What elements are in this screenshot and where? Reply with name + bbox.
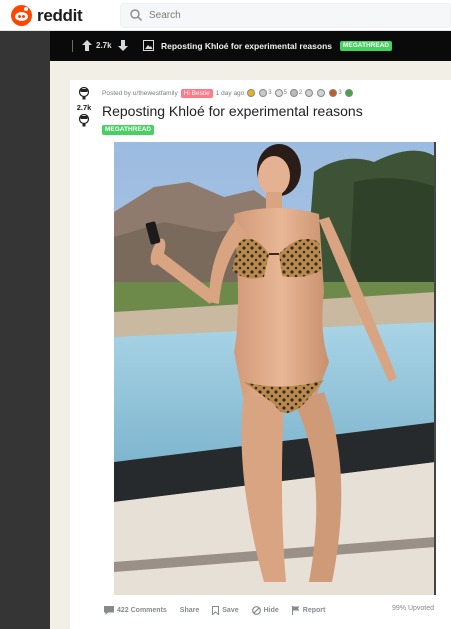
award-count: 3 xyxy=(338,90,342,96)
top-navigation-bar: reddit xyxy=(0,0,451,31)
sticky-post-title[interactable]: Reposting Khloé for experimental reasons xyxy=(161,41,332,51)
report-label: Report xyxy=(302,606,326,614)
comments-button[interactable]: 422 Comments xyxy=(104,605,167,615)
comment-icon xyxy=(104,605,114,615)
comments-label: 422 Comments xyxy=(117,606,167,614)
post-meta: Posted by u/thewestfamily Hi Bestie 1 da… xyxy=(102,88,354,98)
face-award-icon[interactable] xyxy=(305,89,314,97)
posted-by-label: Posted by xyxy=(102,89,131,97)
search-icon xyxy=(130,9,142,21)
helpful-award-icon[interactable]: 5 xyxy=(274,89,287,97)
hide-icon xyxy=(251,605,261,615)
post-title[interactable]: Reposting Khloé for experimental reasons xyxy=(102,103,363,119)
bear-award-icon[interactable]: 3 xyxy=(329,89,342,97)
post-actions: 422 Comments Share Save Hide Report xyxy=(104,604,338,616)
bookmark-icon xyxy=(212,605,220,615)
share-button[interactable]: Share xyxy=(180,607,199,614)
gold-award-icon[interactable] xyxy=(247,89,256,97)
plant-award-icon[interactable] xyxy=(344,89,354,97)
hide-label: Hide xyxy=(263,606,279,614)
mind-blown-award-icon[interactable] xyxy=(317,89,326,97)
downvote-arrow-icon[interactable] xyxy=(118,40,128,51)
hide-button[interactable]: Hide xyxy=(251,605,279,615)
post-timestamp[interactable]: 1 day ago xyxy=(216,90,245,97)
search-input[interactable] xyxy=(149,6,439,25)
post-author-link[interactable]: u/thewestfamily xyxy=(133,90,178,97)
award-count: 5 xyxy=(283,90,287,96)
sticky-megathread-flair[interactable]: MEGATHREAD xyxy=(340,41,393,51)
reddit-logo-icon[interactable] xyxy=(11,5,32,26)
share-label: Share xyxy=(179,606,200,614)
wholesome-award-icon[interactable]: 3 xyxy=(259,89,272,97)
award-count: 3 xyxy=(268,90,272,96)
megathread-flair[interactable]: MEGATHREAD xyxy=(102,125,155,135)
platinum-award-icon[interactable]: 2 xyxy=(289,89,303,97)
post-photo xyxy=(114,142,434,595)
reddit-wordmark[interactable]: reddit xyxy=(37,6,83,26)
left-backdrop xyxy=(0,31,50,629)
upvote-ratio: 99% Upvoted xyxy=(392,605,435,612)
save-button[interactable]: Save xyxy=(212,605,239,615)
post-image[interactable] xyxy=(114,142,436,595)
upvote-arrow-icon[interactable] xyxy=(82,40,92,51)
user-flair-badge: Hi Bestie xyxy=(180,88,213,98)
image-post-icon xyxy=(143,40,154,51)
report-button[interactable]: Report xyxy=(291,605,326,615)
award-count: 2 xyxy=(298,90,303,96)
awards-list[interactable]: 3 5 2 3 xyxy=(244,89,353,97)
search-box[interactable] xyxy=(120,3,451,28)
divider xyxy=(72,40,73,52)
downvote-icon[interactable] xyxy=(77,113,91,127)
sticky-score: 2.7k xyxy=(96,41,112,50)
post-score: 2.7k xyxy=(76,103,92,112)
sticky-post-bar: 2.7k Reposting Khloé for experimental re… xyxy=(50,31,451,61)
upvote-icon[interactable] xyxy=(77,86,91,100)
flag-icon xyxy=(291,605,300,615)
save-label: Save xyxy=(222,606,239,614)
